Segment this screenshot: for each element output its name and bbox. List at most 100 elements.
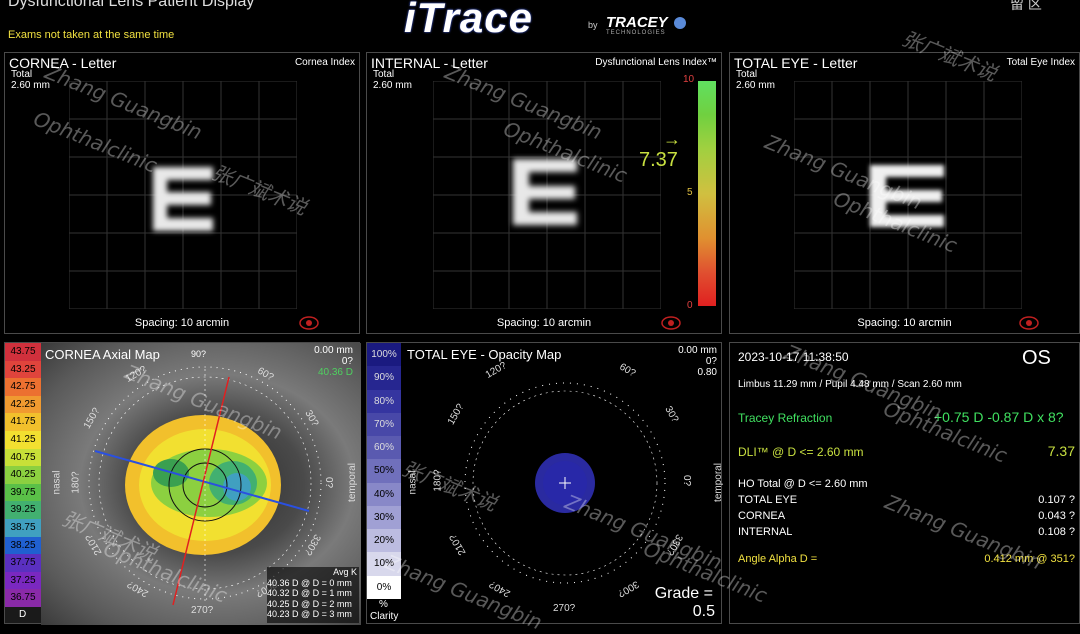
axial-unit: D xyxy=(19,609,27,620)
refraction-label: Tracey Refraction xyxy=(738,411,833,425)
refraction-value: +0.75 D -0.87 D x 8? xyxy=(934,409,1064,425)
ho-total-label: HO Total @ D <= 2.60 mm xyxy=(738,478,868,490)
diameter-label: 2.60 mm xyxy=(736,80,775,91)
dli-value: 7.37 xyxy=(639,149,678,171)
ho-row-label: TOTAL EYE xyxy=(738,494,798,506)
axial-scale-cell: 36.75 xyxy=(5,589,41,607)
internal-letter-panel: INTERNAL - Letter Dysfunctional Lens Ind… xyxy=(366,52,722,334)
opacity-scale-cell: 30% xyxy=(367,505,401,530)
ho-row-value: 0.108 ? xyxy=(1038,526,1075,538)
opacity-val: 0.80 xyxy=(697,367,717,378)
nasal-label: nasal xyxy=(51,470,63,495)
limbus-info: Limbus 11.29 mm / Pupil 4.48 mm / Scan 2… xyxy=(738,379,962,390)
axial-tick-270: 270? xyxy=(191,605,214,616)
tracey-logo-icon xyxy=(674,16,687,29)
tracey-badge-icon xyxy=(299,316,319,330)
opacity-scale-cell: 60% xyxy=(367,436,401,460)
avg-k-0: 40.36 D @ D = 0 mm xyxy=(267,577,352,588)
nasal-label: nasal xyxy=(407,470,419,495)
diameter-label: 2.60 mm xyxy=(11,80,50,91)
axial-scale-cell: 39.25 xyxy=(5,501,41,519)
dli-scale-mid: 5 xyxy=(687,187,693,198)
ho-row-value: 0.107 ? xyxy=(1038,494,1075,506)
diameter-label: 2.60 mm xyxy=(373,80,412,91)
opacity-mm: 0.00 mm xyxy=(678,345,717,356)
dli-label: Dysfunctional Lens Index™ xyxy=(595,57,717,68)
blurred-letter-e xyxy=(870,165,944,227)
ho-row-label: INTERNAL xyxy=(738,526,793,538)
angle-alpha-value: 0.412 mm @ 351? xyxy=(984,553,1075,565)
opacity-tick-270: 270? xyxy=(553,603,576,614)
dli-info-value: 7.37 xyxy=(1047,443,1075,459)
exam-warning: Exams not taken at the same time xyxy=(8,29,175,41)
axial-scale-cell: 38.25 xyxy=(5,536,41,555)
axial-scale-cell: 42.75 xyxy=(5,378,41,396)
exam-datetime: 2023-10-17 11:38:50 xyxy=(738,350,849,364)
opacity-map-title: TOTAL EYE - Opacity Map xyxy=(407,347,562,362)
cornea-axial-map-panel: 43.75 43.25 42.75 42.25 41.75 41.25 40.75 40.25… xyxy=(4,342,361,625)
angle-alpha-label: Angle Alpha D = xyxy=(738,553,818,565)
eye-label: OS xyxy=(1022,347,1051,369)
opacity-scale-cell: 20% xyxy=(367,529,401,553)
opacity-color-scale: 100% 90% 80% 70% 60% 50% 40% 30% 20% 10% 0% xyxy=(367,343,401,599)
opacity-scale-cell: 50% xyxy=(367,459,401,483)
opacity-scale-cell: 40% xyxy=(367,482,401,506)
summary-panel: 2023-10-17 11:38:50 OS Limbus 11.29 mm /… xyxy=(729,342,1080,624)
opacity-map-overlay xyxy=(464,382,666,584)
tracey-brand: TRACEY xyxy=(606,14,668,31)
opacity-scale-cell: 80% xyxy=(367,389,401,413)
opacity-tick-180: 180? xyxy=(432,469,444,492)
axial-scale-cell: 37.75 xyxy=(5,554,41,572)
opacity-scale-cell: 70% xyxy=(367,412,401,437)
dli-scale-bottom: 0 xyxy=(687,300,693,311)
tracey-logo: TRACEY TECHNOLOGIES xyxy=(606,14,687,36)
opacity-tick-0: 0? xyxy=(681,474,693,487)
total-eye-letter-panel: TOTAL EYE - Letter Total Eye Index Total… xyxy=(729,52,1080,334)
avg-k-label: Avg K xyxy=(333,567,357,577)
tracey-sub: TECHNOLOGIES xyxy=(606,30,666,36)
opacity-deg: 0? xyxy=(705,356,717,367)
tracey-badge-icon xyxy=(661,316,681,330)
header-right-text: 留 区 xyxy=(1010,0,1042,12)
total-label: Total xyxy=(11,69,33,80)
blurred-letter-e xyxy=(153,167,213,231)
axial-scale-cell: 43.75 xyxy=(5,343,41,361)
axial-scale-cell: 38.75 xyxy=(5,519,41,537)
header-title: Dysfunctional Lens Patient Display xyxy=(8,0,255,10)
axial-color-scale: 43.75 43.25 42.75 42.25 41.75 41.25 40.75 40.25… xyxy=(5,343,41,607)
avg-k-2: 40.25 D @ D = 2 mm xyxy=(267,598,352,609)
opacity-scale-cell: 0% xyxy=(367,575,401,599)
opacity-scale-cell: 90% xyxy=(367,366,401,390)
axial-scale-cell: 37.25 xyxy=(5,571,41,590)
dli-scale-top: 10 xyxy=(683,74,695,85)
cornea-letter-panel: CORNEA - Letter Cornea Index Total 2.60 … xyxy=(4,52,360,334)
dli-info-label: DLI™ @ D <= 2.60 mm xyxy=(738,445,864,459)
ho-row-value: 0.043 ? xyxy=(1038,510,1075,522)
axial-scale-cell: 41.75 xyxy=(5,413,41,431)
avg-k-1: 40.32 D @ D = 1 mm xyxy=(267,588,352,598)
by-text: by xyxy=(588,20,598,30)
dli-arrow-icon: → xyxy=(663,129,681,149)
itrace-logo: iTrace xyxy=(404,0,533,41)
opacity-map-panel: 100% 90% 80% 70% 60% 50% 40% 30% 20% 10% 0% % Clar… xyxy=(366,342,724,624)
ho-row-label: CORNEA xyxy=(738,510,786,522)
opacity-footer: % xyxy=(379,599,388,610)
axial-scale-cell: 40.75 xyxy=(5,448,41,467)
avg-k-3: 40.23 D @ D = 3 mm xyxy=(267,609,352,619)
dli-color-bar xyxy=(698,81,716,306)
avg-k-box: Avg K 40.36 D @ D = 0 mm 40.32 D @ D = 1… xyxy=(267,567,359,623)
axial-tick-0: 0? xyxy=(323,476,335,489)
grade-value: 0.5 xyxy=(692,603,715,620)
blurred-letter-e xyxy=(513,159,577,225)
axial-scale-cell: 41.25 xyxy=(5,431,41,449)
total-label: Total xyxy=(373,69,395,80)
temporal-label: temporal xyxy=(712,463,724,502)
clarity-label: Clarity xyxy=(370,611,399,622)
grade-label: Grade = xyxy=(654,585,713,602)
opacity-scale-cell: 10% xyxy=(367,552,401,576)
total-eye-index-label: Total Eye Index xyxy=(1006,57,1075,68)
total-label: Total xyxy=(736,69,758,80)
axial-scale-cell: 43.25 xyxy=(5,360,41,379)
cornea-index-label: Cornea Index xyxy=(294,57,355,68)
temporal-label: temporal xyxy=(346,463,358,502)
